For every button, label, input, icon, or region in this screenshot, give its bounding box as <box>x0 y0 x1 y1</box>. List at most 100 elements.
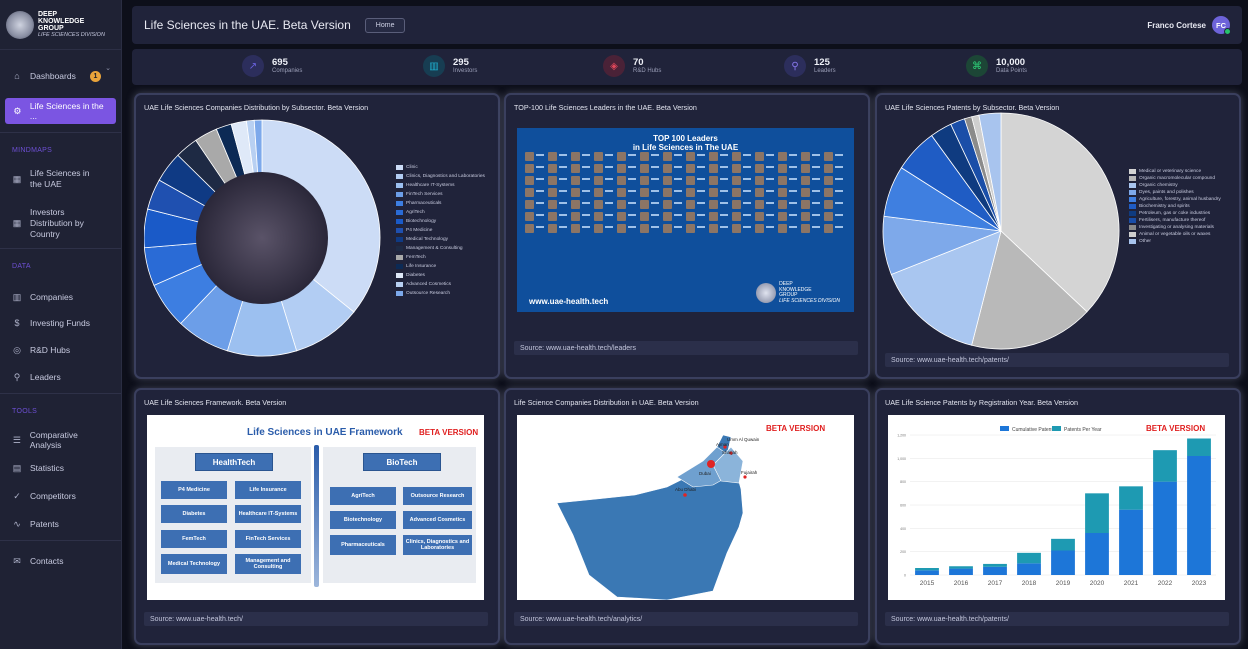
legend-item[interactable]: Biotechnology <box>396 217 485 226</box>
legend-item[interactable]: Petroleum, gas or coke industries <box>1129 211 1229 216</box>
leader-photo[interactable] <box>525 188 544 197</box>
leader-photo[interactable] <box>824 200 843 209</box>
leader-photo[interactable] <box>755 188 774 197</box>
leader-photo[interactable] <box>640 188 659 197</box>
leader-photo[interactable] <box>824 224 843 233</box>
bar-segment[interactable] <box>949 566 973 569</box>
leader-photo[interactable] <box>594 212 613 221</box>
leader-photo[interactable] <box>686 176 705 185</box>
bar-segment[interactable] <box>1085 493 1109 533</box>
leader-photo[interactable] <box>709 188 728 197</box>
leader-photo[interactable] <box>548 176 567 185</box>
leader-photo[interactable] <box>663 212 682 221</box>
leader-photo[interactable] <box>548 188 567 197</box>
framework-item[interactable]: Medical Technology <box>161 554 227 574</box>
leader-photo[interactable] <box>571 200 590 209</box>
leader-photo[interactable] <box>525 224 544 233</box>
sidebar-item-patents[interactable]: ∿ Patents <box>0 514 121 534</box>
leader-photo[interactable] <box>525 164 544 173</box>
leader-photo[interactable] <box>617 188 636 197</box>
legend-item[interactable]: Diabetes <box>396 271 485 280</box>
uae-map[interactable]: BETA VERSION Ajman Umm Al Quwain Sharjah… <box>517 415 854 600</box>
legend-item[interactable]: Clinic <box>396 163 485 172</box>
framework-item[interactable]: Clinics, Diagnostics and Laboratories <box>403 535 472 555</box>
leader-photo[interactable] <box>801 164 820 173</box>
sidebar-item-statistics[interactable]: ▤ Statistics <box>0 458 121 478</box>
framework-item[interactable]: Biotechnology <box>330 511 396 529</box>
bar-segment[interactable] <box>1051 538 1075 551</box>
chevron-down-icon[interactable]: ⌄ <box>105 64 111 72</box>
legend-item[interactable]: Biochemistry and spirits <box>1129 204 1229 209</box>
leader-photo[interactable] <box>824 164 843 173</box>
leader-photo[interactable] <box>778 200 797 209</box>
leader-photo[interactable] <box>640 212 659 221</box>
leader-photo[interactable] <box>640 164 659 173</box>
stat-investors[interactable]: ▥ 295 Investors <box>423 55 477 77</box>
legend-item[interactable]: Medical or veterinary science <box>1129 169 1229 174</box>
leader-photo[interactable] <box>640 152 659 161</box>
framework-item[interactable]: Management and Consulting <box>235 554 301 574</box>
leader-photo[interactable] <box>778 176 797 185</box>
healthtech-header[interactable]: HealthTech <box>195 453 273 471</box>
sidebar-item-companies[interactable]: ▥ Companies <box>0 287 121 307</box>
leader-photo[interactable] <box>732 224 751 233</box>
framework-item[interactable]: Pharmaceuticals <box>330 535 396 555</box>
legend-item[interactable]: AgriTech <box>396 208 485 217</box>
sidebar-item-life-sciences[interactable]: ⚙ Life Sciences in the ... <box>5 98 116 124</box>
leader-photo[interactable] <box>686 188 705 197</box>
leader-photo[interactable] <box>663 200 682 209</box>
sidebar-item-leaders[interactable]: ⚲ Leaders <box>0 367 121 387</box>
leader-photo[interactable] <box>801 152 820 161</box>
legend-item[interactable]: Pharmaceuticals <box>396 199 485 208</box>
leader-photo[interactable] <box>755 200 774 209</box>
leader-photo[interactable] <box>548 200 567 209</box>
bar-segment[interactable] <box>1051 550 1075 576</box>
leader-photo[interactable] <box>755 176 774 185</box>
sidebar-item-contacts[interactable]: ✉ Contacts <box>0 551 121 571</box>
framework-item[interactable]: Diabetes <box>161 505 227 523</box>
leader-photo[interactable] <box>732 188 751 197</box>
bar-segment[interactable] <box>915 568 939 571</box>
leader-photo[interactable] <box>709 152 728 161</box>
framework-item[interactable]: AgriTech <box>330 487 396 505</box>
leader-photo[interactable] <box>663 164 682 173</box>
legend-item[interactable]: Investigating or analysing materials <box>1129 225 1229 230</box>
sidebar-item-mindmap-investors[interactable]: ▦ Investors Distribution by Country <box>0 206 121 240</box>
bar-segment[interactable] <box>1119 509 1143 575</box>
framework-item[interactable]: FinTech Services <box>235 530 301 548</box>
framework-item[interactable]: P4 Medicine <box>161 481 227 499</box>
leader-photo[interactable] <box>571 188 590 197</box>
leader-photo[interactable] <box>525 200 544 209</box>
stat-data-points[interactable]: ⌘ 10,000 Data Points <box>966 55 1027 77</box>
framework-item[interactable]: FemTech <box>161 530 227 548</box>
leader-photo[interactable] <box>801 200 820 209</box>
framework-item[interactable]: Life Insurance <box>235 481 301 499</box>
legend-item[interactable]: Healthcare IT-Systems <box>396 181 485 190</box>
leader-photo[interactable] <box>778 212 797 221</box>
leader-photo[interactable] <box>801 188 820 197</box>
leader-photo[interactable] <box>663 224 682 233</box>
leader-photo[interactable] <box>732 152 751 161</box>
leader-photo[interactable] <box>663 188 682 197</box>
leader-photo[interactable] <box>732 200 751 209</box>
bar-segment[interactable] <box>983 563 1007 567</box>
leader-photo[interactable] <box>801 212 820 221</box>
legend-item[interactable]: Fertilisers, manufacture thereof <box>1129 218 1229 223</box>
bar-segment[interactable] <box>1017 552 1041 564</box>
leader-photo[interactable] <box>709 200 728 209</box>
leader-photo[interactable] <box>801 224 820 233</box>
leader-photo[interactable] <box>663 176 682 185</box>
leader-photo[interactable] <box>824 212 843 221</box>
leader-photo[interactable] <box>571 212 590 221</box>
leader-photo[interactable] <box>709 164 728 173</box>
leader-photo[interactable] <box>709 212 728 221</box>
leader-photo[interactable] <box>778 224 797 233</box>
source-link[interactable]: Source: www.uae-health.tech/patents/ <box>885 612 1229 626</box>
leader-photo[interactable] <box>824 176 843 185</box>
leader-photo[interactable] <box>686 200 705 209</box>
leader-photo[interactable] <box>525 152 544 161</box>
bar-segment[interactable] <box>949 568 973 575</box>
leader-photo[interactable] <box>617 212 636 221</box>
bar-segment[interactable] <box>1187 456 1211 575</box>
stat-rd-hubs[interactable]: ◈ 70 R&D Hubs <box>603 55 661 77</box>
